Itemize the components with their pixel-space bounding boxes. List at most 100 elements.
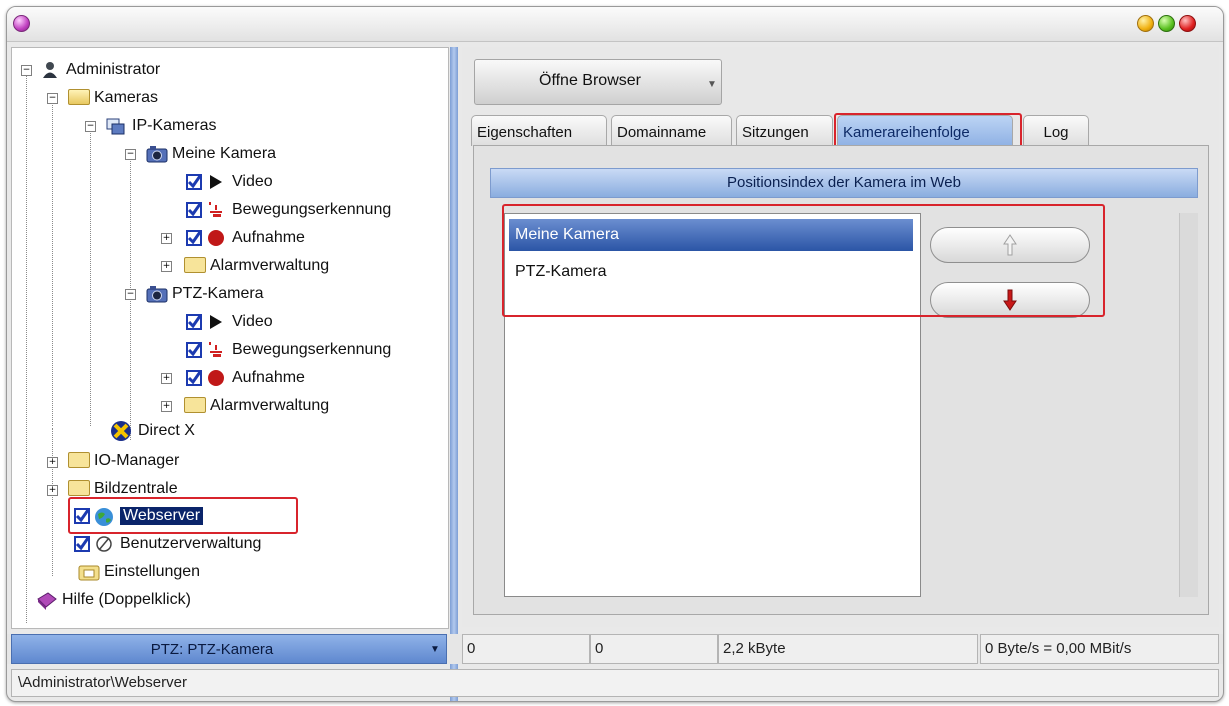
bildzentrale-expand-toggle[interactable]: + <box>47 485 58 496</box>
tree-label: PTZ-Kamera <box>172 285 264 302</box>
checkbox-checked-icon[interactable] <box>186 342 202 358</box>
minimize-button[interactable] <box>1137 15 1154 32</box>
open-folder-icon <box>68 89 90 107</box>
camera-icon <box>146 285 168 303</box>
tab-content-kamerareihenfolge: Positionsindex der Kamera im Web Meine K… <box>473 145 1209 615</box>
meine-kamera-collapse-toggle[interactable]: − <box>125 149 136 160</box>
camera-select-label: PTZ: PTZ-Kamera <box>150 641 274 658</box>
tree-item-hilfe[interactable]: Hilfe (Doppelklick) <box>36 589 191 611</box>
dropdown-arrow-icon: ▼ <box>707 79 717 90</box>
kameras-collapse-toggle[interactable]: − <box>47 93 58 104</box>
directx-icon <box>110 420 132 442</box>
help-book-icon <box>36 591 57 610</box>
ptz-kamera-collapse-toggle[interactable]: − <box>125 289 136 300</box>
checkbox-checked-icon[interactable] <box>186 174 202 190</box>
tree-item-ptz-alarm[interactable]: Alarmverwaltung <box>184 395 329 417</box>
tree-label: Hilfe (Doppelklick) <box>62 591 191 608</box>
close-button[interactable] <box>1179 15 1196 32</box>
tree-item-benutzer[interactable]: Benutzerverwaltung <box>74 533 261 555</box>
tree-label: Video <box>232 313 273 330</box>
app-window: − Administrator − Kameras − IP-Kameras − <box>6 6 1224 702</box>
io-manager-expand-toggle[interactable]: + <box>47 457 58 468</box>
folder-icon <box>68 452 90 470</box>
tree-label: Administrator <box>66 61 161 78</box>
users-icon <box>94 535 114 553</box>
administrator-collapse-toggle[interactable]: − <box>21 65 32 76</box>
title-bar <box>7 7 1223 42</box>
tree-label: Alarmverwaltung <box>210 397 330 414</box>
record-icon <box>206 229 226 247</box>
open-browser-label: Öffne Browser <box>539 72 641 89</box>
status-cell-rate: 0 Byte/s = 0,00 MBit/s <box>980 634 1219 664</box>
checkbox-checked-icon[interactable] <box>186 202 202 218</box>
tree-item-directx[interactable]: Direct X <box>110 420 195 442</box>
tree-label: Bewegungserkennung <box>232 341 392 358</box>
tree-label: Video <box>232 173 273 190</box>
checkbox-checked-icon[interactable] <box>186 314 202 330</box>
window-menu-button[interactable] <box>13 15 30 32</box>
camera-icon <box>146 145 168 163</box>
order-controls-highlight-box <box>502 204 1105 317</box>
detail-panel: Öffne Browser ▼ Eigenschaften Domainname… <box>462 47 1219 627</box>
tree-item-administrator[interactable]: Administrator <box>40 59 160 81</box>
motion-detection-icon <box>206 341 226 359</box>
maximize-button[interactable] <box>1158 15 1175 32</box>
checkbox-checked-icon[interactable] <box>186 230 202 246</box>
tree-item-ptz-bewegung[interactable]: Bewegungserkennung <box>186 339 391 361</box>
tab-sitzungen[interactable]: Sitzungen <box>736 115 833 146</box>
settings-folder-icon <box>78 563 100 581</box>
motion-detection-icon <box>206 201 226 219</box>
play-icon <box>206 173 226 191</box>
tree-label: Aufnahme <box>232 369 305 386</box>
navigation-tree[interactable]: − Administrator − Kameras − IP-Kameras − <box>11 47 449 629</box>
panel-splitter[interactable] <box>450 47 458 701</box>
folder-icon <box>184 257 206 275</box>
tree-item-ip-kameras[interactable]: IP-Kameras <box>106 115 216 137</box>
tree-label: Einstellungen <box>104 563 201 580</box>
folder-icon <box>68 480 90 498</box>
section-header: Positionsindex der Kamera im Web <box>490 168 1198 198</box>
panel-scroll-area <box>1179 213 1198 597</box>
record-icon <box>206 369 226 387</box>
tree-item-ptz-aufnahme[interactable]: Aufnahme <box>186 367 305 389</box>
tab-eigenschaften[interactable]: Eigenschaften <box>471 115 607 146</box>
camera-select-dropdown[interactable]: PTZ: PTZ-Kamera ▼ <box>11 634 447 664</box>
mk-aufnahme-expand-toggle[interactable]: + <box>161 233 172 244</box>
tree-item-mk-alarm[interactable]: Alarmverwaltung <box>184 255 329 277</box>
tree-label: Direct X <box>138 422 195 439</box>
ptz-aufnahme-expand-toggle[interactable]: + <box>161 373 172 384</box>
tree-item-kameras[interactable]: Kameras <box>68 87 158 109</box>
dropdown-arrow-icon: ▼ <box>430 644 440 655</box>
tree-label: IP-Kameras <box>132 117 217 134</box>
path-bar: \Administrator\Webserver <box>11 669 1219 697</box>
network-camera-icon <box>106 117 126 135</box>
tree-item-mk-aufnahme[interactable]: Aufnahme <box>186 227 305 249</box>
tree-label: Aufnahme <box>232 229 305 246</box>
checkbox-checked-icon[interactable] <box>186 370 202 386</box>
tree-item-ptz-kamera[interactable]: PTZ-Kamera <box>146 283 264 305</box>
checkbox-checked-icon[interactable] <box>74 536 90 552</box>
tree-item-io-manager[interactable]: IO-Manager <box>68 450 179 472</box>
ptz-alarm-expand-toggle[interactable]: + <box>161 401 172 412</box>
mk-alarm-expand-toggle[interactable]: + <box>161 261 172 272</box>
folder-icon <box>184 397 206 415</box>
tree-label: Alarmverwaltung <box>210 257 330 274</box>
tab-domainname[interactable]: Domainname <box>611 115 732 146</box>
tree-item-mk-video[interactable]: Video <box>186 171 273 193</box>
tree-item-meine-kamera[interactable]: Meine Kamera <box>146 143 276 165</box>
play-icon <box>206 313 226 331</box>
status-cell-1: 0 <box>462 634 590 664</box>
tree-item-mk-bewegung[interactable]: Bewegungserkennung <box>186 199 391 221</box>
status-cell-size: 2,2 kByte <box>718 634 978 664</box>
tree-label: Meine Kamera <box>172 145 277 162</box>
status-cell-2: 0 <box>590 634 718 664</box>
ip-kameras-collapse-toggle[interactable]: − <box>85 121 96 132</box>
webserver-highlight-box <box>68 497 298 534</box>
tab-log[interactable]: Log <box>1023 115 1089 146</box>
tree-label: Benutzerverwaltung <box>120 535 262 552</box>
tree-label: IO-Manager <box>94 452 180 469</box>
administrator-icon <box>40 61 60 79</box>
tree-item-ptz-video[interactable]: Video <box>186 311 273 333</box>
open-browser-button[interactable]: Öffne Browser ▼ <box>474 59 722 105</box>
tree-item-einstellungen[interactable]: Einstellungen <box>78 561 200 583</box>
